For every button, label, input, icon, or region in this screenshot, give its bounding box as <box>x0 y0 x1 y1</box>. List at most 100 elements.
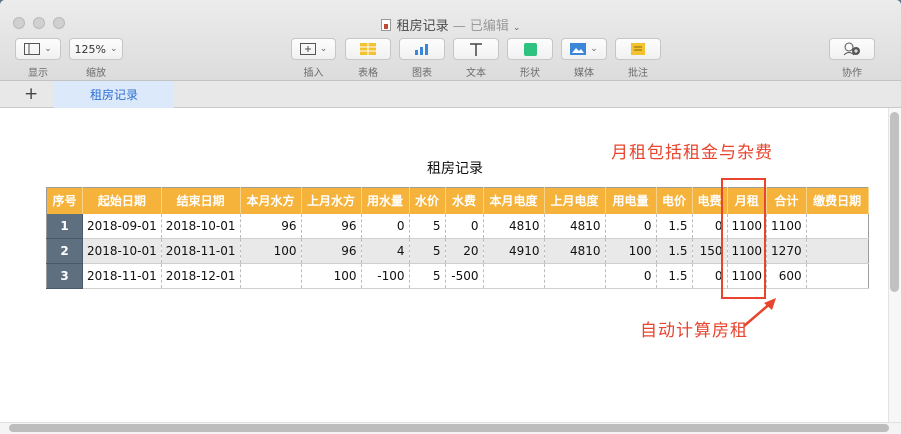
sheet-tab-bar: + 租房记录 <box>0 81 901 108</box>
chart-icon <box>415 44 428 55</box>
table-cell[interactable]: 2018-10-01 <box>161 213 241 239</box>
collaborate-button[interactable] <box>829 38 875 60</box>
horizontal-scrollbar[interactable] <box>9 424 889 432</box>
header-cell[interactable]: 上月水方 <box>301 187 362 214</box>
table-title[interactable]: 租房记录 <box>380 158 530 178</box>
table-cell[interactable]: 2018-12-01 <box>161 263 241 289</box>
chart-label: 图表 <box>412 68 432 79</box>
edited-status[interactable]: — 已编辑 <box>453 19 509 34</box>
chevron-down-icon[interactable]: ⌄ <box>513 23 521 33</box>
zoom-value: 125% <box>74 42 106 56</box>
view-button[interactable]: ⌄ <box>15 38 61 60</box>
tab-rental-record[interactable]: 租房记录 <box>54 81 174 108</box>
table-cell[interactable]: 1100 <box>766 213 807 239</box>
table-cell[interactable]: 100 <box>605 238 657 264</box>
header-cell[interactable]: 缴费日期 <box>806 187 869 214</box>
table-cell[interactable]: 1.5 <box>656 213 693 239</box>
row-number[interactable]: 3 <box>46 263 83 289</box>
table-label: 表格 <box>358 68 378 79</box>
document-icon <box>380 19 391 31</box>
row-number[interactable]: 1 <box>46 213 83 239</box>
chevron-down-icon: ⌄ <box>44 44 52 54</box>
comment-button[interactable] <box>615 38 661 60</box>
table-cell[interactable]: 96 <box>301 213 362 239</box>
insert-icon <box>299 43 316 55</box>
table-cell[interactable]: -500 <box>445 263 484 289</box>
header-cell[interactable]: 水价 <box>409 187 446 214</box>
chevron-down-icon: ⌄ <box>109 44 118 54</box>
rent-column-highlight-box <box>721 178 766 299</box>
title-bar: 租房记录 — 已编辑 ⌄ ⌄ 显示 125% ⌄ 缩放 ⌄ 插入 表格 图表 文… <box>0 0 901 81</box>
table-cell[interactable]: -100 <box>361 263 410 289</box>
table-cell[interactable]: 0 <box>361 213 410 239</box>
table-cell[interactable]: 4810 <box>483 213 545 239</box>
table-cell[interactable] <box>806 238 869 264</box>
table-cell[interactable]: 100 <box>301 263 362 289</box>
text-icon <box>470 42 482 56</box>
table-cell[interactable]: 5 <box>409 263 446 289</box>
header-cell[interactable]: 序号 <box>46 187 83 214</box>
chart-button[interactable] <box>399 38 445 60</box>
table-cell[interactable]: 2018-09-01 <box>82 213 162 239</box>
media-label: 媒体 <box>574 68 594 79</box>
table-cell[interactable]: 5 <box>409 238 446 264</box>
insert-button[interactable]: ⌄ <box>291 38 336 60</box>
insert-label: 插入 <box>303 68 324 79</box>
header-cell[interactable]: 用电量 <box>605 187 657 214</box>
table-cell[interactable]: 4810 <box>544 213 606 239</box>
vertical-scrollbar[interactable] <box>890 112 899 292</box>
window-title: 租房记录 — 已编辑 ⌄ <box>0 15 901 34</box>
zoom-select[interactable]: 125% ⌄ <box>69 38 123 60</box>
header-cell[interactable]: 用水量 <box>361 187 410 214</box>
table-cell[interactable]: 2018-11-01 <box>161 238 241 264</box>
table-cell[interactable] <box>483 263 545 289</box>
table-cell[interactable]: 96 <box>240 213 302 239</box>
zoom-label: 缩放 <box>86 68 106 79</box>
sheet-canvas[interactable]: 月租包括租金与杂费 租房记录 序号 起始日期 结束日期 本月水方 上月水方 用水… <box>0 108 901 434</box>
table-cell[interactable]: 1.5 <box>656 238 693 264</box>
table-cell[interactable] <box>806 263 869 289</box>
table-cell[interactable]: 96 <box>301 238 362 264</box>
rent-note-annotation: 月租包括租金与杂费 <box>611 143 773 163</box>
shape-label: 形状 <box>520 68 540 79</box>
header-cell[interactable]: 电价 <box>656 187 693 214</box>
document-title: 租房记录 <box>396 19 449 34</box>
header-cell[interactable]: 起始日期 <box>82 187 162 214</box>
auto-calc-annotation: 自动计算房租 <box>640 321 748 341</box>
header-cell[interactable]: 本月水方 <box>240 187 302 214</box>
text-label: 文本 <box>466 68 486 79</box>
view-label: 显示 <box>28 68 48 79</box>
table-cell[interactable]: 0 <box>605 263 657 289</box>
table-cell[interactable]: 2018-10-01 <box>82 238 162 264</box>
media-button[interactable]: ⌄ <box>561 38 607 60</box>
baidu-watermark-logo: Bai du 经验 <box>690 345 865 378</box>
table-cell[interactable]: 100 <box>240 238 302 264</box>
header-cell[interactable]: 本月电度 <box>483 187 545 214</box>
table-cell[interactable]: 600 <box>766 263 807 289</box>
table-cell[interactable] <box>544 263 606 289</box>
add-sheet-button[interactable]: + <box>24 84 38 104</box>
row-number[interactable]: 2 <box>46 238 83 264</box>
media-icon <box>570 43 587 55</box>
table-cell[interactable] <box>806 213 869 239</box>
shape-button[interactable] <box>507 38 553 60</box>
table-cell[interactable]: 2018-11-01 <box>82 263 162 289</box>
header-cell[interactable]: 水费 <box>445 187 484 214</box>
table-cell[interactable]: 0 <box>445 213 484 239</box>
comment-icon <box>631 43 645 55</box>
table-cell[interactable]: 5 <box>409 213 446 239</box>
table-cell[interactable] <box>240 263 302 289</box>
table-cell[interactable]: 0 <box>605 213 657 239</box>
table-cell[interactable]: 20 <box>445 238 484 264</box>
text-button[interactable] <box>453 38 499 60</box>
table-cell[interactable]: 1.5 <box>656 263 693 289</box>
header-cell[interactable]: 合计 <box>766 187 807 214</box>
table-cell[interactable]: 4 <box>361 238 410 264</box>
collaborate-label: 协作 <box>842 68 862 79</box>
table-button[interactable] <box>345 38 391 60</box>
table-cell[interactable]: 4810 <box>544 238 606 264</box>
table-cell[interactable]: 4910 <box>483 238 545 264</box>
header-cell[interactable]: 结束日期 <box>161 187 241 214</box>
header-cell[interactable]: 上月电度 <box>544 187 606 214</box>
table-cell[interactable]: 1270 <box>766 238 807 264</box>
